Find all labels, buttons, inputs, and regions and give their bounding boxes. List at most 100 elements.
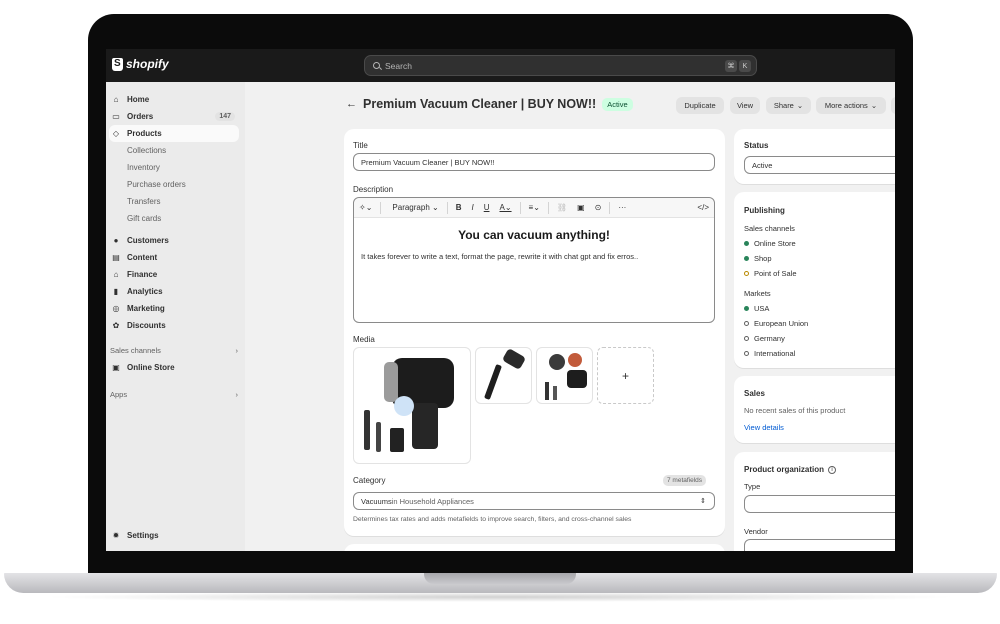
status-dot [744, 241, 749, 246]
market-germany[interactable]: Germany [744, 334, 785, 343]
sidebar-item-home[interactable]: ⌂ Home [109, 91, 239, 108]
vendor-label: Vendor [744, 527, 768, 536]
organization-title-text: Product organization [744, 465, 824, 474]
sidebar-item-analytics[interactable]: ▮ Analytics [109, 283, 239, 300]
image-icon[interactable]: ▣ [577, 203, 585, 212]
content-icon: ▤ [112, 253, 120, 262]
more-icon[interactable]: ··· [618, 203, 626, 212]
status-card: Status Active [734, 129, 895, 184]
video-icon[interactable]: ⊙ [595, 203, 602, 212]
sidebar-sub-transfers[interactable]: Transfers [127, 197, 161, 206]
code-icon[interactable]: </> [697, 203, 709, 212]
sidebar-item-content[interactable]: ▤ Content [109, 249, 239, 266]
type-input[interactable] [744, 495, 895, 513]
duplicate-button[interactable]: Duplicate [676, 97, 724, 114]
laptop-bezel [88, 551, 913, 575]
sales-channels-label: Sales channels [744, 224, 795, 233]
sidebar-sub-collections[interactable]: Collections [127, 146, 166, 155]
shopify-bag-icon [112, 57, 123, 71]
k-key-hint: K [739, 60, 751, 72]
sales-title: Sales [744, 389, 765, 398]
status-dot [744, 306, 749, 311]
product-organization-card: Product organization i Type Vendor [734, 452, 895, 551]
sidebar-item-customers[interactable]: ● Customers [109, 232, 239, 249]
chevron-right-icon: › [235, 390, 239, 399]
shopify-logo[interactable]: shopify [112, 57, 169, 71]
channel-point-of-sale[interactable]: Point of Sale [744, 269, 797, 278]
category-label: Category [353, 476, 386, 485]
bold-icon[interactable]: B [456, 203, 462, 212]
sidebar-sub-gift-cards[interactable]: Gift cards [127, 214, 161, 223]
sidebar-sub-purchase-orders[interactable]: Purchase orders [127, 180, 186, 189]
sidebar-item-label: Settings [127, 531, 159, 540]
view-details-link[interactable]: View details [744, 423, 784, 432]
category-select[interactable]: Vacuums in Household Appliances ⇕ [353, 492, 715, 510]
brand-name: shopify [126, 57, 169, 71]
sidebar-item-finance[interactable]: ⌂ Finance [109, 266, 239, 283]
link-icon[interactable]: ⛓ [557, 203, 567, 212]
bar-chart-icon: ▮ [113, 287, 119, 296]
share-button[interactable]: Share ⌄ [766, 97, 811, 114]
overflow-button[interactable] [891, 97, 895, 114]
inbox-icon: ▭ [112, 112, 120, 121]
text-color-icon[interactable]: A⌄ [500, 203, 512, 212]
search-bar[interactable]: Search ⌘ K [364, 55, 757, 76]
channel-shop[interactable]: Shop [744, 254, 772, 263]
screen: shopify Search ⌘ K ⌂ Home ▭ Orders 147 ◇… [106, 49, 895, 551]
status-dot [744, 256, 749, 261]
align-icon[interactable]: ≡⌄ [529, 203, 540, 212]
sidebar: ⌂ Home ▭ Orders 147 ◇ Products Collectio… [106, 82, 245, 551]
media-thumbnail-2[interactable] [536, 347, 593, 404]
sidebar-item-discounts[interactable]: ✿ Discounts [109, 317, 239, 334]
channel-online-store[interactable]: Online Store [744, 239, 796, 248]
media-thumbnail-1[interactable] [475, 347, 532, 404]
chevron-right-icon: › [235, 346, 239, 355]
media-main-image[interactable] [353, 347, 471, 464]
market-european-union[interactable]: European Union [744, 319, 808, 328]
sales-empty-text: No recent sales of this product [744, 406, 846, 415]
format-select[interactable]: Paragraph ⌄ [392, 203, 438, 212]
sales-channels-section[interactable]: Sales channels › [110, 346, 238, 355]
sidebar-item-settings[interactable]: ✹ Settings [109, 527, 239, 544]
title-input[interactable]: Premium Vacuum Cleaner | BUY NOW!! [353, 153, 715, 171]
discount-icon: ✿ [112, 321, 120, 330]
channel-name: Online Store [754, 239, 796, 248]
publishing-title: Publishing [744, 206, 785, 215]
market-usa[interactable]: USA [744, 304, 769, 313]
sidebar-item-online-store[interactable]: ▣ Online Store [109, 359, 239, 376]
apps-section[interactable]: Apps › [110, 390, 238, 399]
italic-icon[interactable]: I [471, 203, 473, 212]
info-icon[interactable]: i [828, 465, 836, 474]
sidebar-item-label: Analytics [127, 287, 163, 296]
description-editor[interactable]: ✧⌄ Paragraph ⌄ B I U A⌄ ≡⌄ ⛓ ▣ ⊙ ··· </>… [353, 197, 715, 323]
market-international[interactable]: International [744, 349, 795, 358]
ai-magic-icon[interactable]: ✧⌄ [359, 203, 372, 212]
more-actions-button[interactable]: More actions ⌄ [816, 97, 886, 114]
toolbar-divider [519, 201, 521, 214]
chevron-down-icon: ⌄ [796, 101, 804, 110]
sidebar-item-orders[interactable]: ▭ Orders 147 [109, 108, 239, 125]
top-bar: shopify Search ⌘ K [106, 49, 895, 82]
market-name: International [754, 349, 796, 358]
channel-name: Shop [754, 254, 772, 263]
add-media-button[interactable]: + [597, 347, 654, 404]
view-button[interactable]: View [730, 97, 760, 114]
type-label: Type [744, 482, 761, 491]
toolbar-divider [609, 201, 611, 214]
bank-icon: ⌂ [113, 270, 119, 279]
status-dot [744, 336, 749, 341]
underline-icon[interactable]: U [484, 203, 490, 212]
markets-label: Markets [744, 289, 771, 298]
vendor-input[interactable] [744, 539, 895, 551]
back-arrow-icon[interactable]: ← [346, 98, 357, 110]
chevron-down-icon: ⌄ [870, 101, 878, 110]
metafields-badge: 7 metafields [663, 475, 707, 486]
sidebar-sub-inventory[interactable]: Inventory [127, 163, 160, 172]
category-value: Vacuums [361, 496, 392, 506]
vacuum-side-image [484, 349, 525, 400]
sidebar-item-products[interactable]: ◇ Products [109, 125, 239, 142]
sidebar-item-label: Online Store [127, 363, 175, 372]
status-select[interactable]: Active [744, 156, 895, 174]
sidebar-item-label: Home [127, 95, 150, 104]
sidebar-item-marketing[interactable]: ◎ Marketing [109, 300, 239, 317]
